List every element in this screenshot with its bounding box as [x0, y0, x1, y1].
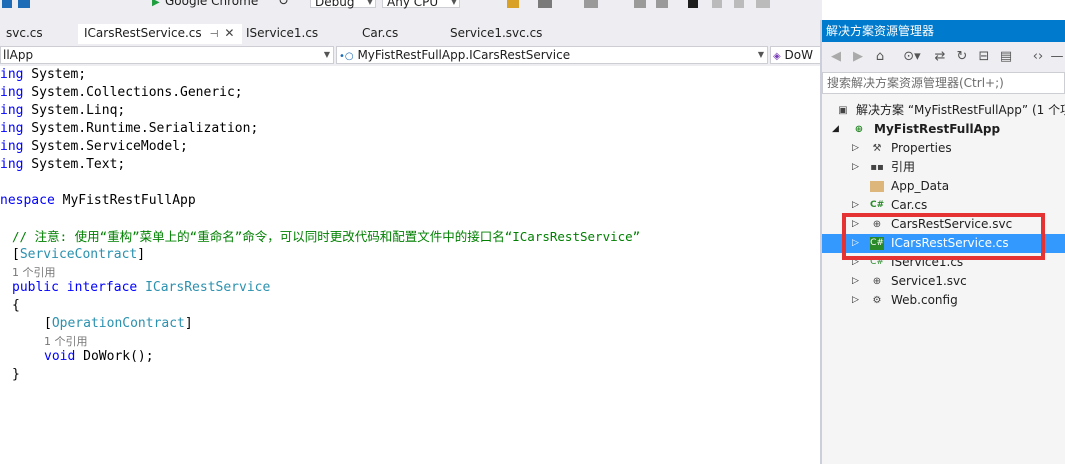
project-dropdown[interactable]: llApp ▼ — [0, 46, 334, 64]
tree-item-solution[interactable]: ▣ 解决方案 “MyFistRestFullApp” (1 个项 — [822, 101, 1065, 120]
interface-icon: •○ — [339, 51, 354, 62]
solution-explorer-toolbar: ◀ ▶ ⌂ ⊙▾ ⇄ ↻ ⊟ ▤ ‹› — — [822, 42, 1065, 72]
chevron-down-icon: ▼ — [323, 50, 330, 59]
home-icon[interactable]: ⌂ — [872, 48, 888, 66]
tree-item-web-config[interactable]: ▷ ⚙ Web.config — [822, 291, 1065, 310]
collapse-arrow-icon[interactable]: ▷ — [852, 158, 859, 177]
reference-count[interactable]: 1 个引用 — [12, 264, 56, 280]
search-icon[interactable] — [538, 0, 552, 8]
solution-icon: ▣ — [838, 105, 848, 116]
tree-item-app-data[interactable]: App_Data — [822, 177, 1065, 196]
pin-icon[interactable]: ⊣ — [210, 29, 219, 40]
web-project-icon: ⊕ — [854, 124, 864, 135]
type-dropdown[interactable]: •○ MyFistRestFullApp.ICarsRestService ▼ — [336, 46, 768, 64]
refresh-icon[interactable]: ↻ — [954, 48, 970, 66]
reference-count[interactable]: 1 个引用 — [44, 333, 88, 349]
outdent-icon[interactable] — [656, 0, 668, 8]
bookmark-clear-icon[interactable] — [756, 0, 770, 8]
bookmark-next-icon[interactable] — [734, 0, 744, 8]
tab-label: ICarsRestService.cs — [84, 26, 202, 40]
solution-search-input[interactable]: 搜索解决方案资源管理器(Ctrl+;) — [822, 72, 1065, 94]
config-select[interactable]: Debug ▼ — [310, 0, 376, 9]
highlight-box — [842, 213, 1045, 260]
method-icon: ◈ — [773, 51, 781, 62]
code-line: public interface ICarsRestService — [12, 280, 271, 295]
code-attribute: [OperationContract] — [44, 316, 193, 331]
properties-icon[interactable]: — — [1050, 48, 1064, 66]
indent-icon[interactable] — [634, 0, 646, 8]
bookmark-icon[interactable] — [688, 0, 698, 8]
document-tabs: svc.cs ICarsRestService.cs ⊣ ✕ IService1.c… — [0, 20, 822, 44]
start-icon[interactable]: ▶ — [152, 0, 160, 8]
save-all-icon[interactable] — [18, 0, 30, 8]
view-code-icon[interactable]: ‹› — [1028, 48, 1048, 66]
member-dropdown[interactable]: ◈ DoW — [770, 46, 822, 64]
platform-select[interactable]: Any CPU ▼ — [382, 0, 460, 9]
code-line: ing System.Runtime.Serialization; — [0, 121, 259, 136]
start-browser-label[interactable]: Google Chrome — [165, 0, 258, 8]
code-line: ing System.Linq; — [0, 103, 126, 118]
code-line: ing System.ServiceModel; — [0, 139, 188, 154]
wrench-icon: ⚒ — [872, 143, 882, 154]
refresh-icon[interactable]: ↻ — [278, 0, 289, 9]
collapse-arrow-icon[interactable]: ▷ — [852, 291, 859, 310]
tree-item-service1-svc[interactable]: ▷ ⊕ Service1.svc — [822, 272, 1065, 291]
show-all-files-icon[interactable]: ▤ — [998, 48, 1014, 66]
folder-icon — [870, 181, 884, 192]
code-attribute: [ServiceContract] — [12, 247, 146, 262]
tree-item-references[interactable]: ▷ ▪▪ 引用 — [822, 158, 1065, 177]
collapse-arrow-icon[interactable]: ▷ — [852, 139, 859, 158]
code-line: ing System; — [0, 67, 87, 82]
forward-icon[interactable]: ▶ — [850, 48, 866, 66]
code-line: nespace MyFistRestFullApp — [0, 193, 196, 208]
navigation-bar: llApp ▼ •○ MyFistRestFullApp.ICarsRestSer… — [0, 44, 822, 66]
sync-icon[interactable]: ⇄ — [932, 48, 948, 66]
close-icon[interactable]: ✕ — [224, 26, 234, 40]
bookmark-prev-icon[interactable] — [712, 0, 722, 8]
code-line: } — [12, 367, 20, 382]
collapse-all-icon[interactable]: ⊟ — [976, 48, 992, 66]
solution-explorer-title: 解决方案资源管理器 — [822, 20, 1065, 42]
code-editor[interactable]: ing System; ing System.Collections.Gener… — [0, 66, 820, 464]
tree-item-project[interactable]: ◢ ⊕ MyFistRestFullApp — [822, 120, 1065, 139]
chevron-down-icon: ▼ — [450, 0, 457, 6]
collapse-arrow-icon[interactable]: ▷ — [852, 272, 859, 291]
chevron-down-icon: ▼ — [366, 0, 373, 6]
chevron-down-icon: ▼ — [757, 50, 764, 59]
main-toolbar: ▶ Google Chrome ↻ Debug ▼ Any CPU ▼ — [0, 0, 822, 20]
tab-icarsrestservice-cs[interactable]: ICarsRestService.cs ⊣ ✕ — [78, 24, 242, 44]
comment-icon[interactable] — [584, 0, 598, 8]
tab-svc-cs[interactable]: svc.cs — [0, 24, 49, 44]
csharp-icon: C# — [870, 200, 885, 210]
code-line: ing System.Collections.Generic; — [0, 85, 243, 100]
find-icon[interactable] — [507, 0, 519, 8]
expand-arrow-icon[interactable]: ◢ — [832, 120, 839, 139]
code-line: { — [12, 298, 20, 313]
tab-service1-svc-cs[interactable]: Service1.svc.cs — [444, 24, 548, 44]
code-line: ing System.Text; — [0, 157, 126, 172]
config-icon: ⚙ — [872, 295, 882, 306]
code-line: void DoWork(); — [44, 349, 154, 364]
references-icon: ▪▪ — [870, 162, 884, 173]
service-icon: ⊕ — [872, 276, 882, 287]
tab-car-cs[interactable]: Car.cs — [356, 24, 404, 44]
tree-item-properties[interactable]: ▷ ⚒ Properties — [822, 139, 1065, 158]
tab-iservice1-cs[interactable]: IService1.cs — [240, 24, 324, 44]
history-icon[interactable]: ⊙▾ — [902, 48, 922, 66]
back-icon[interactable]: ◀ — [828, 48, 844, 66]
save-icon[interactable] — [2, 0, 12, 8]
code-comment: // 注意: 使用“重构”菜单上的“重命名”命令，可以同时更改代码和配置文件中的… — [12, 229, 641, 244]
